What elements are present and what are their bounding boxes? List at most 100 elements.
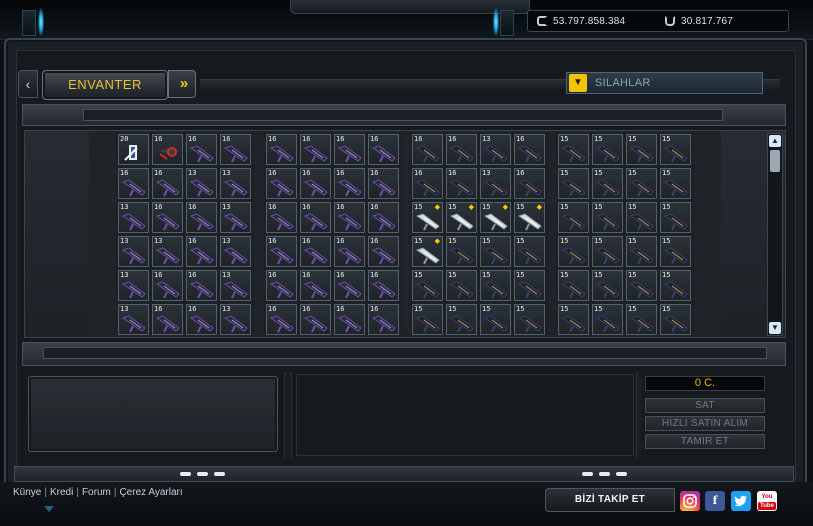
instagram-icon[interactable] bbox=[680, 491, 700, 511]
inventory-slot[interactable]: 15 bbox=[558, 236, 589, 267]
inventory-slot[interactable]: 15 bbox=[558, 270, 589, 301]
inventory-slot[interactable]: 15 ◆ bbox=[514, 202, 545, 233]
inventory-slot[interactable]: 15 bbox=[592, 168, 623, 199]
inventory-slot[interactable]: 15 bbox=[558, 304, 589, 335]
inventory-slot[interactable]: 16 bbox=[368, 168, 399, 199]
inventory-slot[interactable]: 16 bbox=[266, 134, 297, 165]
inventory-slot[interactable]: 15 bbox=[446, 304, 477, 335]
inventory-slot[interactable]: 16 bbox=[266, 202, 297, 233]
inventory-slot[interactable]: 13 bbox=[220, 168, 251, 199]
inventory-slot[interactable]: 15 bbox=[412, 270, 443, 301]
inventory-slot[interactable]: 15 bbox=[480, 270, 511, 301]
inventory-slot[interactable]: 16 bbox=[368, 236, 399, 267]
inventory-slot[interactable]: 16 bbox=[186, 202, 217, 233]
facebook-icon[interactable]: f bbox=[705, 491, 725, 511]
inventory-slot[interactable]: 15 bbox=[626, 236, 657, 267]
inventory-slot[interactable]: 16 bbox=[368, 202, 399, 233]
inventory-slot[interactable]: 16 bbox=[334, 270, 365, 301]
inventory-slot[interactable]: 16 bbox=[334, 168, 365, 199]
inventory-slot[interactable]: 16 bbox=[300, 236, 331, 267]
inventory-slot[interactable]: 16 bbox=[152, 134, 183, 165]
inventory-slot[interactable]: 15 bbox=[592, 236, 623, 267]
inventory-slot[interactable]: 13 bbox=[220, 270, 251, 301]
inventory-slot[interactable]: 15 bbox=[660, 134, 691, 165]
repair-button[interactable]: TAMIR ET bbox=[645, 434, 765, 449]
footer-link-forum[interactable]: Forum bbox=[82, 487, 111, 498]
inventory-slot[interactable]: 15 bbox=[514, 236, 545, 267]
inventory-slot[interactable]: 15 bbox=[558, 202, 589, 233]
inventory-slot[interactable]: 15 bbox=[446, 270, 477, 301]
inventory-slot[interactable]: 16 bbox=[334, 304, 365, 335]
inventory-slot[interactable]: 16 bbox=[266, 236, 297, 267]
inventory-slot[interactable]: 15 bbox=[592, 134, 623, 165]
inventory-slot[interactable]: 15 ◆ bbox=[480, 202, 511, 233]
inventory-slot[interactable]: 13 bbox=[118, 236, 149, 267]
inventory-slot[interactable]: 16 bbox=[412, 134, 443, 165]
inventory-slot[interactable]: 16 bbox=[152, 202, 183, 233]
inventory-slot[interactable]: 16 bbox=[446, 168, 477, 199]
inventory-slot[interactable]: 13 bbox=[480, 168, 511, 199]
inventory-slot[interactable]: 16 bbox=[300, 304, 331, 335]
inventory-slot[interactable]: 15 bbox=[480, 304, 511, 335]
inventory-slot[interactable]: 16 bbox=[300, 270, 331, 301]
quick-buy-button[interactable]: HIZLI SATIN ALIM bbox=[645, 416, 765, 431]
inventory-slot[interactable]: 16 bbox=[412, 168, 443, 199]
inventory-slot[interactable]: 15 bbox=[592, 304, 623, 335]
next-tab-button[interactable]: » bbox=[168, 70, 196, 98]
inventory-slot[interactable]: 15 bbox=[660, 304, 691, 335]
inventory-slot[interactable]: 16 bbox=[266, 168, 297, 199]
inventory-slot[interactable]: 16 bbox=[368, 134, 399, 165]
inventory-slot[interactable]: 16 bbox=[368, 270, 399, 301]
inventory-slot[interactable]: 16 bbox=[368, 304, 399, 335]
inventory-slot[interactable]: 15 bbox=[626, 304, 657, 335]
inventory-slot[interactable]: 16 bbox=[152, 168, 183, 199]
inventory-slot[interactable]: 16 bbox=[152, 304, 183, 335]
inventory-slot[interactable]: 15 bbox=[558, 168, 589, 199]
inventory-slot[interactable]: 15 bbox=[660, 270, 691, 301]
inventory-slot[interactable]: 16 bbox=[186, 236, 217, 267]
inventory-slot[interactable]: 13 bbox=[480, 134, 511, 165]
inventory-slot[interactable]: 16 bbox=[300, 202, 331, 233]
inventory-slot[interactable]: 15 bbox=[626, 134, 657, 165]
inventory-slot[interactable]: 16 bbox=[300, 134, 331, 165]
inventory-slot[interactable]: 16 bbox=[186, 134, 217, 165]
inventory-slot[interactable]: 16 bbox=[186, 270, 217, 301]
inventory-slot[interactable]: 16 bbox=[334, 134, 365, 165]
inventory-slot[interactable]: 16 bbox=[266, 304, 297, 335]
inventory-slot[interactable]: 13 bbox=[152, 236, 183, 267]
inventory-slot[interactable]: 16 bbox=[514, 168, 545, 199]
inventory-scrollbar[interactable]: ▲ ▼ bbox=[767, 133, 783, 336]
prev-tab-button[interactable]: ‹ bbox=[18, 70, 38, 98]
sell-button[interactable]: SAT bbox=[645, 398, 765, 413]
inventory-slot[interactable]: 16 bbox=[220, 134, 251, 165]
tab-inventory[interactable]: ENVANTER bbox=[42, 70, 168, 100]
inventory-slot[interactable]: 16 bbox=[334, 202, 365, 233]
inventory-slot[interactable]: 13 bbox=[220, 236, 251, 267]
inventory-slot[interactable]: 15 bbox=[626, 168, 657, 199]
inventory-slot[interactable]: 13 bbox=[118, 304, 149, 335]
inventory-slot[interactable]: 16 bbox=[118, 168, 149, 199]
inventory-slot[interactable]: 15 bbox=[660, 202, 691, 233]
inventory-slot[interactable]: 13 bbox=[220, 304, 251, 335]
inventory-slot[interactable]: 13 bbox=[118, 202, 149, 233]
inventory-slot[interactable]: 13 bbox=[118, 270, 149, 301]
inventory-slot[interactable]: 15 bbox=[626, 270, 657, 301]
category-select[interactable]: ▼ SILAHLAR bbox=[566, 72, 763, 94]
inventory-slot[interactable]: 15 bbox=[592, 270, 623, 301]
inventory-slot[interactable]: 15 ◆ bbox=[412, 236, 443, 267]
inventory-slot[interactable]: 15 bbox=[514, 304, 545, 335]
scroll-up-button[interactable]: ▲ bbox=[769, 135, 781, 147]
inventory-slot[interactable]: 13 bbox=[220, 202, 251, 233]
footer-link-kredi[interactable]: Kredi bbox=[50, 487, 73, 498]
inventory-slot[interactable]: 16 bbox=[300, 168, 331, 199]
inventory-slot[interactable]: 15 ◆ bbox=[446, 202, 477, 233]
footer-link-cookie-settings[interactable]: Çerez Ayarları bbox=[119, 487, 182, 498]
inventory-slot[interactable]: 16 bbox=[152, 270, 183, 301]
footer-link-kunye[interactable]: Künye bbox=[13, 487, 41, 498]
inventory-slot[interactable]: 15 bbox=[480, 236, 511, 267]
twitter-icon[interactable] bbox=[731, 491, 751, 511]
inventory-slot[interactable]: 16 bbox=[446, 134, 477, 165]
scroll-down-button[interactable]: ▼ bbox=[769, 322, 781, 334]
inventory-slot[interactable]: 20 bbox=[118, 134, 149, 165]
inventory-slot[interactable]: 15 ◆ bbox=[412, 202, 443, 233]
